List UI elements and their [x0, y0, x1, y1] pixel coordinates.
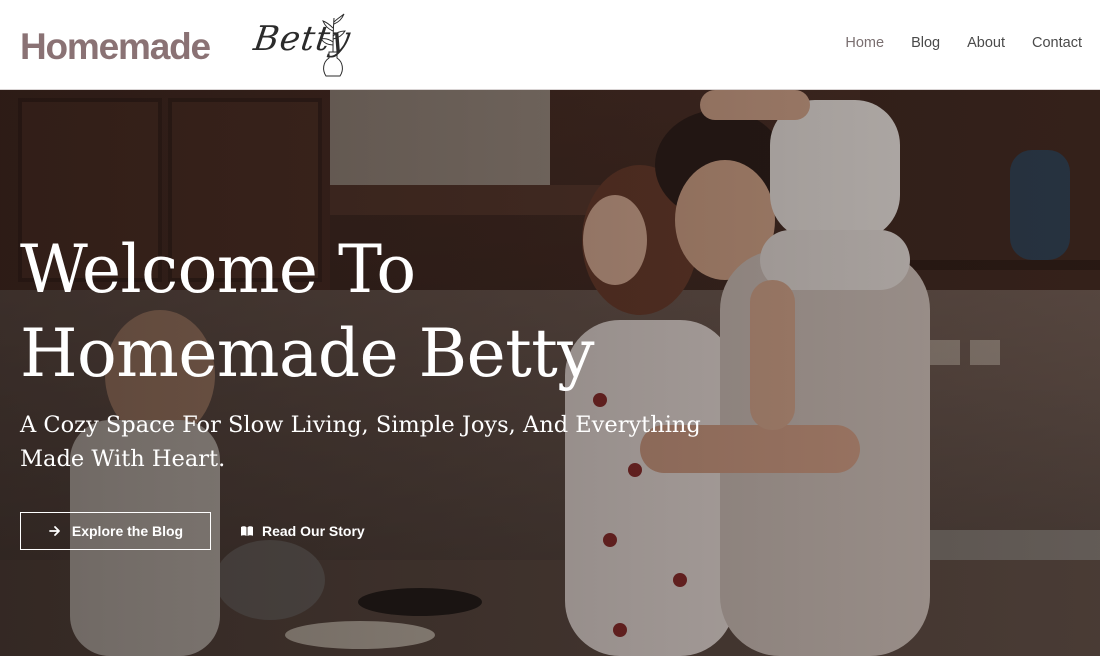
- open-book-icon: [241, 526, 253, 536]
- hero-section: Welcome To Homemade Betty A Cozy Space F…: [0, 90, 1100, 656]
- explore-blog-button[interactable]: Explore the Blog: [20, 512, 211, 550]
- hero-subtitle-line1: A Cozy Space For Slow Living, Simple Joy…: [20, 412, 701, 438]
- nav-contact[interactable]: Contact: [1032, 33, 1082, 53]
- site-header: Homemade Betty Home Blog About Contact: [0, 0, 1100, 90]
- hero-title-line1: Welcome To: [20, 231, 416, 308]
- arrow-right-icon: [48, 526, 60, 536]
- hero-title-line2: Homemade Betty: [20, 315, 595, 392]
- explore-blog-label: Explore the Blog: [71, 523, 184, 539]
- main-nav: Home Blog About Contact: [818, 33, 1082, 53]
- read-story-button[interactable]: Read Our Story: [240, 512, 365, 550]
- nav-home[interactable]: Home: [845, 33, 884, 53]
- site-logo[interactable]: Homemade Betty: [20, 12, 353, 78]
- read-story-label: Read Our Story: [262, 523, 365, 539]
- logo-wordmark: Homemade: [20, 26, 211, 67]
- hero-subtitle: A Cozy Space For Slow Living, Simple Joy…: [20, 408, 740, 476]
- hero-title: Welcome To Homemade Betty: [20, 228, 740, 396]
- vase-plant-icon: [320, 13, 346, 77]
- nav-blog[interactable]: Blog: [911, 33, 940, 53]
- nav-about[interactable]: About: [967, 33, 1005, 53]
- hero-subtitle-line2: Made With Heart.: [20, 446, 226, 472]
